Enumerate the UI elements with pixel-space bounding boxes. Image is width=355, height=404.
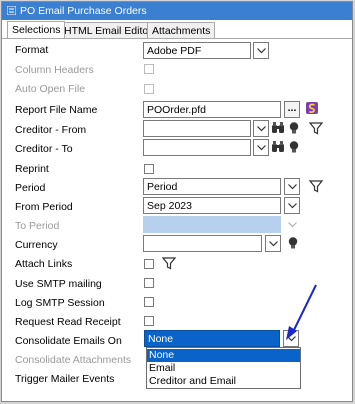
report-file-name-label: Report File Name bbox=[15, 104, 98, 116]
report-file-name-input[interactable]: POOrder.pfd bbox=[143, 101, 281, 118]
tab-label: Attachments bbox=[152, 25, 211, 37]
creditor-from-input[interactable] bbox=[143, 120, 251, 137]
chevron-down-icon bbox=[257, 145, 266, 151]
browse-button[interactable]: ... bbox=[284, 101, 300, 118]
chevron-down-icon bbox=[288, 203, 297, 209]
request-read-receipt-label: Request Read Receipt bbox=[15, 316, 121, 328]
option-none[interactable]: None bbox=[147, 349, 300, 362]
binoculars-icon[interactable] bbox=[271, 140, 285, 154]
currency-label: Currency bbox=[15, 239, 58, 251]
crystal-reports-icon[interactable] bbox=[305, 101, 319, 115]
currency-select[interactable] bbox=[143, 235, 262, 252]
lightbulb-icon[interactable] bbox=[287, 140, 301, 154]
lightbulb-icon[interactable] bbox=[286, 236, 300, 250]
to-period-label: To Period bbox=[15, 220, 60, 232]
period-dropdown-button[interactable] bbox=[284, 178, 300, 195]
filter-icon[interactable] bbox=[309, 179, 323, 193]
attach-links-label: Attach Links bbox=[15, 258, 73, 270]
title-bar: PO Email Purchase Orders bbox=[2, 2, 352, 20]
window-menu-icon[interactable] bbox=[7, 6, 16, 15]
reprint-checkbox[interactable] bbox=[144, 164, 154, 174]
creditor-from-dropdown-button[interactable] bbox=[253, 120, 269, 137]
from-period-select[interactable]: Sep 2023 bbox=[143, 197, 281, 214]
period-select[interactable]: Period bbox=[143, 178, 281, 195]
tab-strip-border bbox=[2, 38, 352, 39]
chevron-down-icon bbox=[288, 222, 297, 228]
consolidate-emails-on-listbox: None Email Creditor and Email bbox=[146, 347, 301, 389]
option-email[interactable]: Email bbox=[147, 362, 300, 375]
creditor-to-dropdown-button[interactable] bbox=[253, 139, 269, 156]
use-smtp-checkbox[interactable] bbox=[144, 278, 154, 288]
from-period-dropdown-button[interactable] bbox=[284, 197, 300, 214]
format-dropdown-button[interactable] bbox=[253, 42, 269, 59]
creditor-to-label: Creditor - To bbox=[15, 143, 73, 155]
auto-open-file-label: Auto Open File bbox=[15, 83, 86, 95]
filter-icon[interactable] bbox=[309, 121, 323, 135]
chevron-down-icon bbox=[269, 241, 278, 247]
filter-icon[interactable] bbox=[162, 256, 176, 270]
tab-selections[interactable]: Selections bbox=[7, 21, 66, 38]
tab-html-email-editor[interactable]: HTML Email Editor bbox=[59, 22, 157, 38]
reprint-label: Reprint bbox=[15, 163, 49, 175]
lightbulb-icon[interactable] bbox=[287, 121, 301, 135]
column-headers-checkbox[interactable] bbox=[144, 64, 154, 74]
chevron-down-icon bbox=[257, 126, 266, 132]
chevron-down-icon bbox=[257, 48, 266, 54]
log-smtp-checkbox[interactable] bbox=[144, 297, 154, 307]
trigger-mailer-events-label: Trigger Mailer Events bbox=[15, 373, 115, 385]
creditor-to-input[interactable] bbox=[143, 139, 251, 156]
tab-attachments[interactable]: Attachments bbox=[147, 22, 216, 38]
option-creditor-and-email[interactable]: Creditor and Email bbox=[147, 375, 300, 388]
chevron-down-icon bbox=[288, 184, 297, 190]
use-smtp-label: Use SMTP mailing bbox=[15, 278, 102, 290]
attach-links-checkbox[interactable] bbox=[144, 259, 154, 269]
format-select[interactable]: Adobe PDF bbox=[143, 42, 251, 59]
binoculars-icon[interactable] bbox=[271, 121, 285, 135]
to-period-dropdown-button[interactable] bbox=[284, 216, 300, 233]
consolidate-attachments-label: Consolidate Attachments bbox=[15, 354, 132, 366]
period-label: Period bbox=[15, 182, 46, 194]
window-title: PO Email Purchase Orders bbox=[20, 5, 147, 17]
request-read-receipt-checkbox[interactable] bbox=[144, 316, 154, 326]
auto-open-file-checkbox[interactable] bbox=[144, 84, 154, 94]
annotation-arrow-icon bbox=[286, 284, 317, 340]
currency-dropdown-button[interactable] bbox=[265, 235, 281, 252]
tab-label: HTML Email Editor bbox=[64, 25, 152, 37]
consolidate-emails-on-select[interactable]: None bbox=[144, 330, 280, 347]
column-headers-label: Column Headers bbox=[15, 64, 94, 76]
log-smtp-label: Log SMTP Session bbox=[15, 297, 105, 309]
from-period-label: From Period bbox=[15, 201, 73, 213]
format-label: Format bbox=[15, 44, 49, 56]
tab-label: Selections bbox=[12, 24, 61, 36]
creditor-from-label: Creditor - From bbox=[15, 124, 87, 136]
to-period-select[interactable] bbox=[143, 216, 281, 233]
consolidate-emails-on-label: Consolidate Emails On bbox=[15, 335, 122, 347]
